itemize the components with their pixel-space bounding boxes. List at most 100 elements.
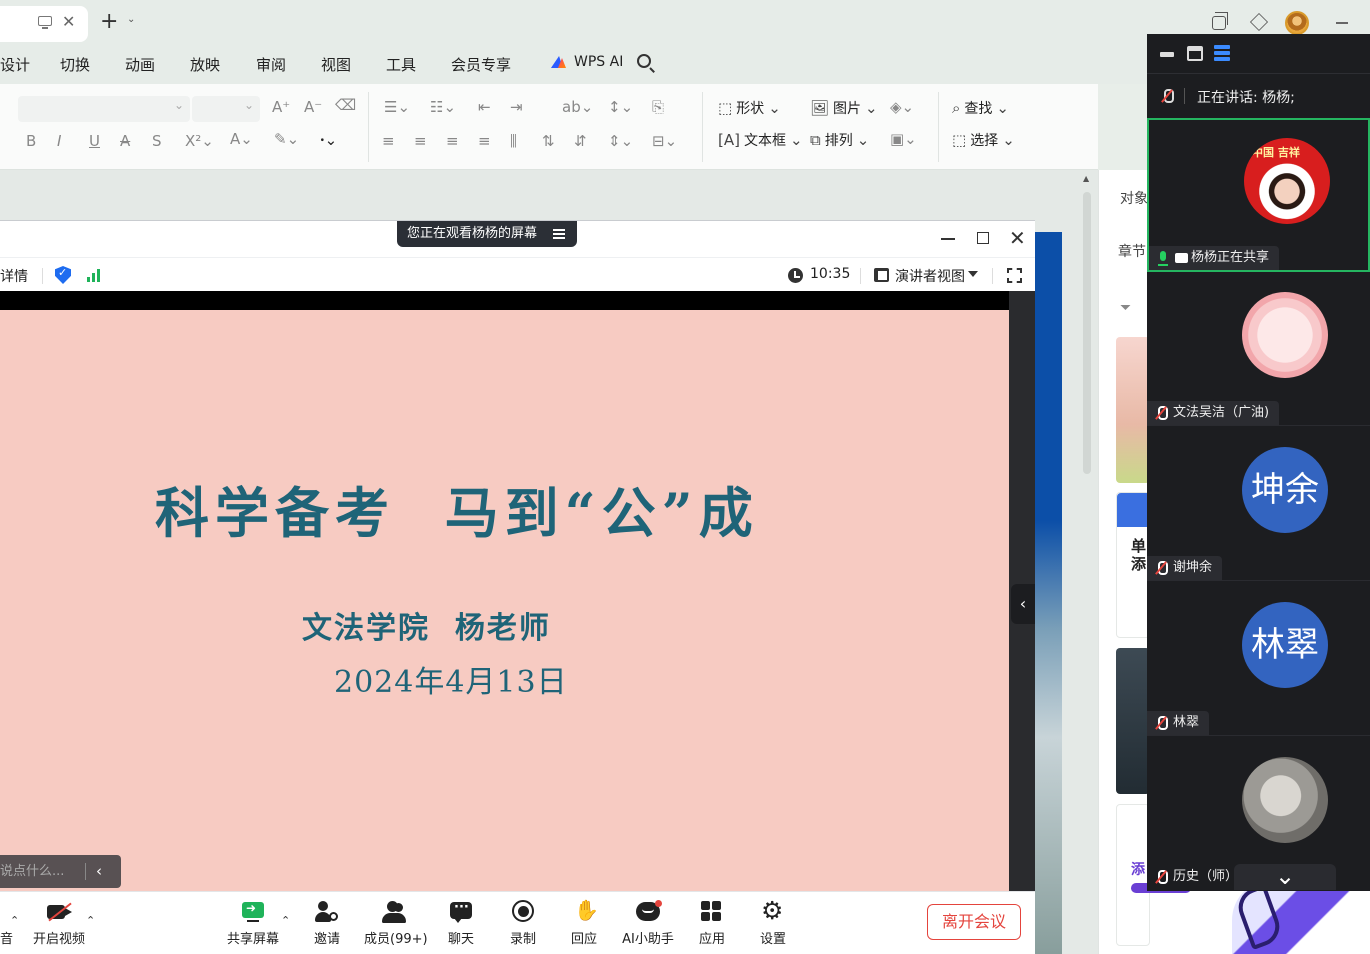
participant-tile[interactable]: 文法吴洁（广油) <box>1147 272 1370 426</box>
slide-thumbnail[interactable]: 添 <box>1116 804 1191 946</box>
font-size-select[interactable] <box>192 96 260 122</box>
react-button[interactable]: 回应 <box>569 898 599 947</box>
find-button[interactable]: ⌕ 查找 ⌄ <box>952 98 1009 118</box>
line-spacing-icon[interactable]: ⇅ <box>542 132 555 150</box>
cube-icon[interactable] <box>1250 13 1268 31</box>
textbox-button[interactable]: [A] 文本框 ⌄ <box>718 130 803 150</box>
meeting-details-link[interactable]: 详情 <box>0 266 28 286</box>
font-grow-icon[interactable]: A⁺ <box>272 98 290 116</box>
menu-view[interactable]: 视图 <box>321 54 351 75</box>
menu-transition[interactable]: 切换 <box>60 54 90 75</box>
close-tab-icon[interactable]: ✕ <box>62 12 75 31</box>
maximize-icon[interactable] <box>977 232 989 244</box>
columns-icon[interactable]: ⊟⌄ <box>652 132 677 150</box>
list-layout-icon[interactable] <box>1214 45 1230 61</box>
caret-down-icon[interactable] <box>968 271 978 277</box>
members-button[interactable]: 成员(99+) <box>364 900 428 947</box>
picture-button[interactable]: 🖼 图片 ⌄ <box>810 98 878 118</box>
menu-member[interactable]: 会员专享 <box>451 54 511 75</box>
indent-increase-icon[interactable]: ⇥ <box>510 98 523 116</box>
scrollbar[interactable] <box>1083 192 1091 474</box>
numbered-list-icon[interactable]: ☷⌄ <box>430 98 456 116</box>
audio-button[interactable]: 音 <box>0 900 13 947</box>
chevron-down-icon[interactable]: ⌄ <box>1234 864 1336 890</box>
slide-thumbnail[interactable]: 单 添 <box>1116 492 1151 638</box>
caret-up-icon[interactable]: ⌃ <box>281 914 290 927</box>
close-icon[interactable]: ✕ <box>1009 226 1026 250</box>
italic-icon[interactable]: I <box>57 132 61 150</box>
document-tab[interactable]: ✕ <box>0 6 88 42</box>
align-center-icon[interactable]: ≡ <box>414 132 427 150</box>
font-color-icon[interactable]: A⌄ <box>230 130 253 148</box>
chevron-left-icon[interactable]: ‹ <box>1011 584 1035 624</box>
minimize-icon[interactable] <box>941 238 955 240</box>
presenter-view-icon[interactable] <box>874 268 889 282</box>
network-signal-icon[interactable] <box>87 268 103 282</box>
ai-assistant-button[interactable]: AI小助手 <box>620 900 676 947</box>
distribute-icon[interactable]: ⫼ <box>510 132 517 150</box>
slide-thumbnail[interactable] <box>1116 337 1150 483</box>
video-button[interactable]: 开启视频 <box>30 900 88 947</box>
strikethrough-icon[interactable]: A <box>120 132 130 150</box>
superscript-icon[interactable]: X²⌄ <box>185 132 214 150</box>
justify-icon[interactable]: ≡ <box>478 132 491 150</box>
fill-icon[interactable]: ◈⌄ <box>890 98 914 116</box>
eraser-icon[interactable]: ⌫ <box>335 96 356 114</box>
phonetic-icon[interactable]: ꞏ⌄ <box>320 130 337 150</box>
arrange-button[interactable]: ⧉ 排列 ⌄ <box>810 130 869 150</box>
minimize-icon[interactable] <box>1336 22 1348 24</box>
paragraph-spacing-icon[interactable]: ⇵ <box>574 132 587 150</box>
leave-meeting-button[interactable]: 离开会议 <box>927 904 1021 940</box>
underline-icon[interactable]: U <box>89 132 100 150</box>
font-shrink-icon[interactable]: A⁻ <box>304 98 322 116</box>
menu-design[interactable]: 设计 <box>0 54 30 75</box>
chevron-left-icon[interactable]: ‹ <box>96 855 102 888</box>
indent-decrease-icon[interactable]: ⇤ <box>478 98 491 116</box>
invite-button[interactable]: 邀请 <box>310 900 344 947</box>
menu-review[interactable]: 审阅 <box>256 54 286 75</box>
scroll-up-icon[interactable]: ▲ <box>1083 174 1089 183</box>
window-copy-icon[interactable] <box>1212 12 1228 30</box>
menu-animation[interactable]: 动画 <box>125 54 155 75</box>
slide-thumbnail[interactable] <box>1116 648 1150 794</box>
sections-tab[interactable]: 章节 <box>1118 241 1146 261</box>
apps-button[interactable]: 应用 <box>697 900 727 947</box>
minimize-panel-icon[interactable] <box>1160 52 1174 57</box>
align-left-icon[interactable]: ≡ <box>382 132 395 150</box>
menu-wps-ai[interactable]: WPS AI <box>574 54 623 70</box>
outline-icon[interactable]: ▣⌄ <box>890 130 917 148</box>
caret-up-icon[interactable]: ⌃ <box>10 914 19 927</box>
user-avatar[interactable] <box>1285 11 1309 35</box>
share-screen-button[interactable]: 共享屏幕 <box>225 900 281 947</box>
menu-icon[interactable] <box>553 229 565 239</box>
new-tab-plus-icon[interactable]: + <box>100 9 118 34</box>
record-button[interactable]: 录制 <box>508 900 538 947</box>
window-layout-icon[interactable] <box>1187 46 1203 61</box>
menu-slideshow[interactable]: 放映 <box>190 54 220 75</box>
font-family-select[interactable] <box>18 96 190 122</box>
highlight-icon[interactable]: ✎⌄ <box>274 130 299 148</box>
chat-button[interactable]: 聊天 <box>446 900 476 947</box>
fullscreen-icon[interactable] <box>1005 268 1024 283</box>
search-icon[interactable] <box>637 54 651 68</box>
double-strike-icon[interactable]: S <box>152 132 162 150</box>
settings-button[interactable]: 设置 <box>758 896 788 947</box>
presenter-view-button[interactable]: 演讲者视图 <box>895 266 965 286</box>
filter-icon[interactable]: ⏷ <box>1120 300 1131 316</box>
sort-icon[interactable]: ↕⌄ <box>608 98 633 116</box>
align-right-icon[interactable]: ≡ <box>446 132 459 150</box>
participant-tile[interactable]: 中国 吉祥 杨杨正在共享 <box>1147 118 1370 272</box>
shape-button[interactable]: ⬚ 形状 ⌄ <box>718 98 781 118</box>
bold-icon[interactable]: B <box>26 132 36 150</box>
participant-tile[interactable]: 坤余 谢坤余 <box>1147 427 1370 581</box>
convert-icon[interactable]: ⎘ <box>652 98 664 116</box>
caret-up-icon[interactable]: ⌃ <box>86 914 95 927</box>
objects-tab[interactable]: 对象 <box>1120 188 1148 208</box>
bullet-list-icon[interactable]: ☰⌄ <box>384 98 410 116</box>
chevron-down-icon[interactable]: ⌄ <box>127 14 135 25</box>
menu-tools[interactable]: 工具 <box>386 54 416 75</box>
select-button[interactable]: ⬚ 选择 ⌄ <box>952 130 1015 150</box>
security-shield-icon[interactable] <box>55 266 71 284</box>
viewing-banner[interactable]: 您正在观看杨杨的屏幕 <box>397 221 577 247</box>
spacing-menu-icon[interactable]: ⇕⌄ <box>608 132 633 150</box>
